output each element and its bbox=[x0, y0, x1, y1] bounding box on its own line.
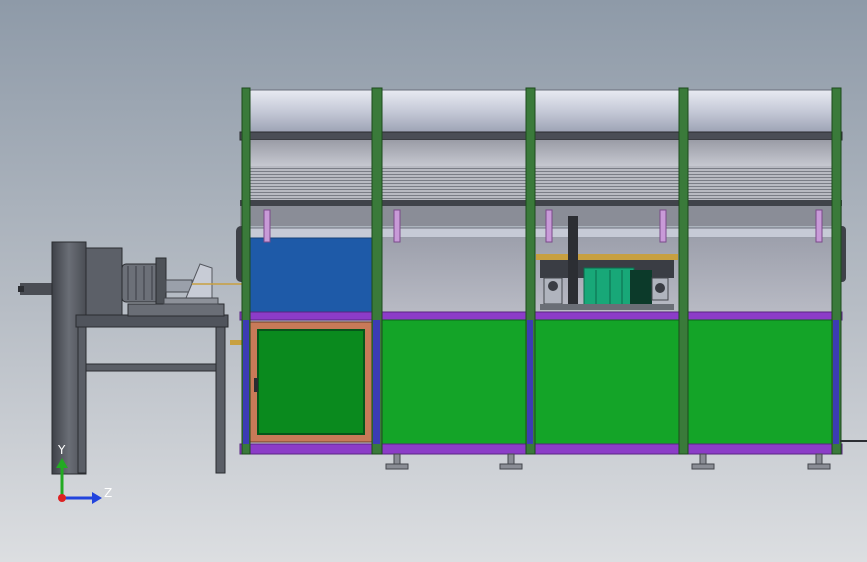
cad-viewport[interactable]: Y Z bbox=[0, 0, 867, 562]
unwinder-shaft bbox=[20, 283, 52, 295]
z-axis-label: Z bbox=[104, 486, 112, 500]
bottom-purple-rail bbox=[239, 443, 843, 455]
cad-model-drawing: Y Z bbox=[18, 87, 867, 504]
origin-dot bbox=[58, 494, 66, 502]
unwinder-leg bbox=[77, 326, 87, 474]
middle-purple-rail bbox=[239, 311, 843, 321]
y-axis-label: Y bbox=[57, 443, 66, 457]
green-panel bbox=[381, 319, 529, 445]
frame-post bbox=[678, 87, 689, 455]
green-panel bbox=[685, 319, 833, 445]
guide-bar bbox=[239, 227, 843, 239]
louver-panel bbox=[248, 166, 834, 200]
motor-housing bbox=[583, 267, 635, 307]
top-roller bbox=[245, 89, 839, 135]
unwinder-table-top bbox=[75, 314, 229, 328]
hood bbox=[248, 140, 834, 166]
unwinder-leg bbox=[215, 326, 226, 474]
blue-window bbox=[249, 237, 375, 313]
leveling-feet bbox=[385, 453, 831, 470]
main-machine-body bbox=[236, 87, 846, 455]
gray-window bbox=[380, 238, 528, 312]
access-door bbox=[257, 329, 365, 435]
green-panel bbox=[533, 319, 681, 445]
gray-window bbox=[686, 238, 832, 312]
unwinder-machine bbox=[18, 241, 246, 475]
